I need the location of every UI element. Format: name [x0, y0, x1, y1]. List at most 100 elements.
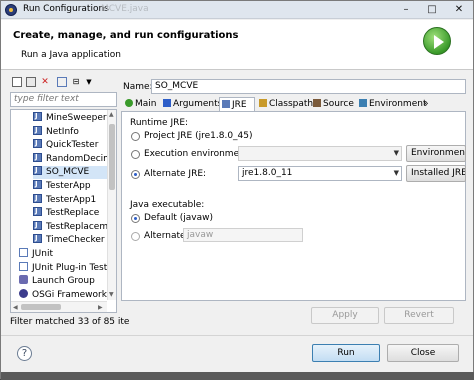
scroll-down-icon[interactable]: ▼: [109, 291, 114, 298]
tree-item[interactable]: JUnit Plug-in Test: [19, 261, 107, 275]
project-jre-label: Project JRE (jre1.8.0_45): [144, 131, 253, 141]
new-config-icon[interactable]: [12, 77, 22, 87]
close-window-button[interactable]: ✕: [445, 1, 473, 18]
run-button[interactable]: Run: [312, 344, 380, 362]
java-app-icon: [33, 137, 42, 150]
runtime-jre-title: Runtime JRE:: [130, 118, 189, 128]
tab-label: Classpath: [269, 99, 314, 109]
tree-item-label: TimeChecker: [46, 235, 105, 246]
default-executable-radio[interactable]: [131, 214, 140, 223]
execution-env-select[interactable]: ▼: [238, 146, 402, 161]
java-app-icon: [33, 219, 42, 232]
tree-item[interactable]: QuickTester: [33, 137, 107, 152]
tab-main[interactable]: Main: [123, 97, 159, 111]
tab-more[interactable]: »: [421, 97, 435, 111]
run-launch-icon: [423, 27, 451, 55]
minimize-button[interactable]: –: [393, 1, 419, 18]
apply-button[interactable]: Apply: [311, 307, 379, 324]
background-window-title: MCVE.java: [101, 4, 149, 14]
scroll-up-icon[interactable]: ▲: [109, 111, 114, 118]
close-button[interactable]: Close: [387, 344, 459, 362]
alternate-executable-label: Alternate: [144, 231, 186, 241]
revert-button[interactable]: Revert: [384, 307, 454, 324]
configuration-list-panel: ✕ ⊟ ▼ type filter text MineSweeper NetInf…: [10, 75, 129, 329]
tab-label: Environment: [369, 99, 427, 109]
tab-source[interactable]: Source: [311, 97, 355, 111]
installed-jres-button[interactable]: Installed JRE: [406, 165, 466, 182]
header-subtitle: Run a Java application: [21, 50, 122, 60]
junit-plugin-icon: [19, 261, 28, 271]
alternate-jre-radio[interactable]: [131, 170, 140, 179]
java-app-icon: [33, 124, 42, 137]
tree-item-label: MineSweeper: [46, 113, 107, 123]
window-title: Run Configurations: [23, 4, 109, 14]
title-bar[interactable]: Run Configurations MCVE.java – □ ✕: [1, 1, 473, 19]
tree-item[interactable]: OSGi Framework: [19, 288, 107, 302]
tree-item-label: JUnit: [32, 249, 53, 259]
tab-label: JRE: [232, 100, 247, 110]
alternate-jre-value: jre1.8.0_11: [242, 168, 293, 178]
tab-arguments[interactable]: Arguments: [161, 97, 222, 111]
tree-item-label: SO_MCVE: [46, 167, 90, 178]
tree-horizontal-scrollbar[interactable]: ◀ ▶: [11, 301, 107, 312]
maximize-button[interactable]: □: [419, 1, 445, 18]
java-executable-title: Java executable:: [130, 200, 205, 210]
alternate-executable-input[interactable]: javaw: [183, 228, 303, 242]
name-input[interactable]: SO_MCVE: [151, 79, 466, 94]
scroll-right-icon[interactable]: ▶: [98, 304, 103, 311]
tree-item[interactable]: RandomDecimal: [33, 151, 116, 166]
tab-classpath[interactable]: Classpath: [257, 97, 313, 111]
scroll-left-icon[interactable]: ◀: [13, 304, 18, 311]
collapse-all-icon[interactable]: ⊟: [71, 77, 81, 87]
tree-item-label: TesterApp: [46, 181, 91, 191]
filter-input[interactable]: type filter text: [10, 92, 117, 107]
view-menu-icon[interactable]: ▼: [84, 77, 94, 87]
tree-item[interactable]: NetInfo: [33, 124, 107, 139]
alternate-jre-select[interactable]: jre1.8.0_11 ▼: [238, 166, 402, 181]
alternate-executable-radio[interactable]: [131, 232, 140, 241]
duplicate-icon[interactable]: [26, 77, 36, 87]
tree-item[interactable]: Launch Group: [19, 275, 107, 288]
more-tabs-icon: »: [423, 99, 429, 109]
chevron-down-icon: ▼: [393, 169, 399, 177]
tree-item-label: TesterApp1: [46, 194, 97, 205]
java-app-icon: [33, 151, 42, 164]
tree-item-label: Launch Group: [32, 276, 95, 287]
tab-environment[interactable]: Environment: [357, 97, 426, 111]
help-icon[interactable]: ?: [17, 346, 32, 361]
tab-label: Source: [323, 99, 354, 109]
project-jre-radio[interactable]: [131, 132, 140, 141]
tab-jre[interactable]: JRE: [219, 97, 255, 111]
arguments-tab-icon: [163, 99, 171, 107]
jre-tab-icon: [222, 100, 230, 108]
java-app-icon: [33, 164, 42, 177]
tree-item[interactable]: TimeChecker: [33, 232, 107, 247]
execution-env-radio[interactable]: [131, 150, 140, 159]
tree-hscroll-thumb[interactable]: [21, 304, 61, 310]
tree-item[interactable]: TesterApp: [33, 178, 107, 193]
main-tab-icon: [125, 99, 133, 107]
tree-item[interactable]: MineSweeper: [33, 110, 107, 125]
tree-item[interactable]: TestReplacemen: [33, 219, 116, 234]
junit-icon: [19, 248, 28, 257]
tree-scroll-thumb[interactable]: [109, 124, 115, 190]
environments-button[interactable]: Environment: [406, 145, 466, 162]
config-toolbar: ✕ ⊟ ▼: [10, 75, 117, 89]
launch-group-icon: [19, 275, 28, 285]
filter-icon[interactable]: [57, 77, 67, 87]
tree-item-label: NetInfo: [46, 126, 79, 137]
tree-item[interactable]: TesterApp1: [33, 192, 107, 207]
name-label: Name:: [123, 82, 153, 92]
jre-tab-content: Runtime JRE: Project JRE (jre1.8.0_45) E…: [121, 111, 466, 301]
delete-icon[interactable]: ✕: [40, 77, 50, 87]
tree-item[interactable]: TestReplace: [33, 205, 107, 220]
tree-item[interactable]: JUnit: [19, 248, 107, 261]
run-configurations-window: Run Configurations MCVE.java – □ ✕ Creat…: [0, 0, 474, 380]
chevron-down-icon: ▼: [393, 149, 399, 157]
configuration-tree[interactable]: MineSweeper NetInfo QuickTesterRandomDecim…: [10, 109, 117, 313]
tree-vertical-scrollbar[interactable]: ▲ ▼: [107, 110, 116, 300]
java-app-icon: [33, 232, 42, 245]
tree-item[interactable]: SO_MCVE: [33, 164, 107, 180]
java-app-icon: [33, 205, 42, 218]
config-tabs: Main Arguments JRE Classpath Source Envi…: [121, 97, 466, 111]
